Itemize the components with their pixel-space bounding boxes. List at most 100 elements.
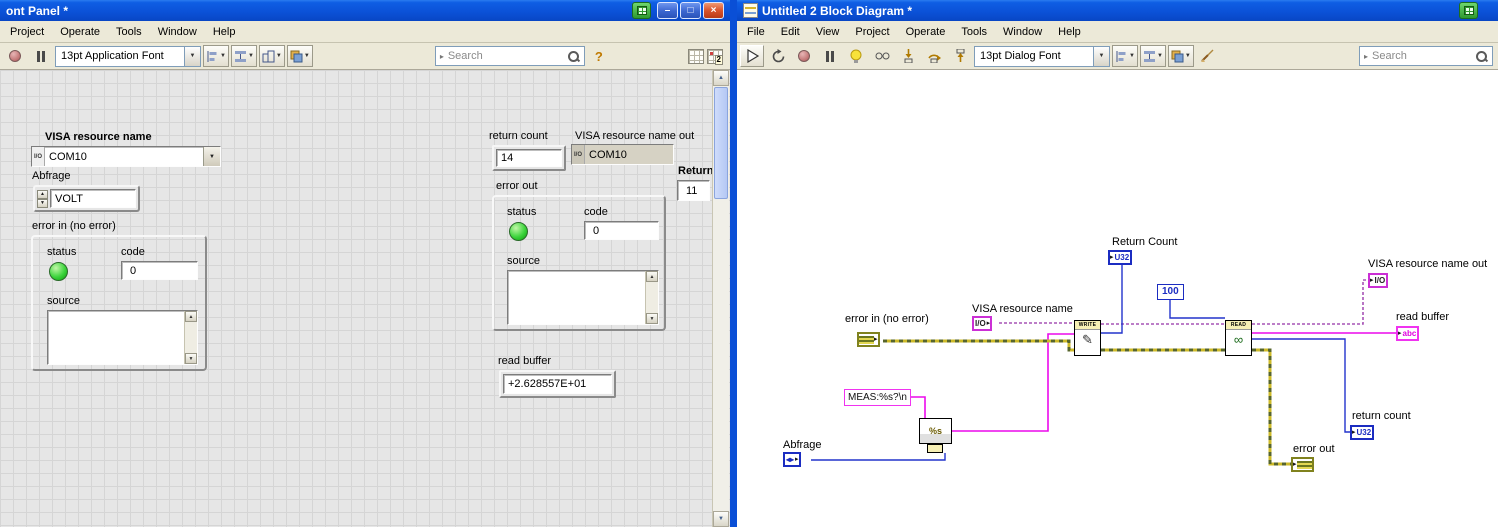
step-out-icon — [956, 49, 964, 62]
scroll-down-button[interactable]: ▼ — [713, 511, 729, 527]
chevron-down-icon: ▼ — [1184, 53, 1191, 59]
close-button[interactable]: × — [703, 2, 724, 19]
read-buffer-terminal[interactable]: ▸ abc — [1396, 326, 1420, 341]
pause-button[interactable] — [818, 45, 842, 67]
distribute-objects-dropdown[interactable]: ▼ — [1139, 45, 1166, 67]
menu-help[interactable]: Help — [205, 23, 244, 41]
highlight-execution-button[interactable] — [844, 45, 868, 67]
source-label: source — [47, 295, 81, 307]
vertical-scrollbar[interactable]: ▲ ▼ — [712, 70, 729, 527]
menu-operate[interactable]: Operate — [898, 23, 954, 41]
maximize-button[interactable]: □ — [680, 2, 701, 19]
menu-operate[interactable]: Operate — [52, 23, 108, 41]
block-diagram-canvas[interactable]: error in (no error) VISA resource name R… — [737, 70, 1498, 527]
run-continuously-button[interactable] — [766, 45, 790, 67]
search-box[interactable]: ▸ Search — [1359, 46, 1493, 66]
visa-write-node[interactable]: WRITE ✎ — [1074, 320, 1101, 356]
source-field[interactable]: ▲ ▼ — [47, 310, 198, 365]
scroll-up-icon[interactable]: ▲ — [646, 271, 658, 282]
step-over-button[interactable] — [922, 45, 946, 67]
source-scrollbar[interactable]: ▲ ▼ — [645, 271, 658, 324]
status-led[interactable] — [49, 262, 68, 281]
step-out-button[interactable] — [948, 45, 972, 67]
scroll-up-icon[interactable]: ▲ — [185, 311, 197, 322]
return-count-top-terminal[interactable]: ▸ U32 — [1108, 250, 1133, 265]
menu-edit[interactable]: Edit — [773, 23, 808, 41]
run-button[interactable] — [740, 45, 764, 67]
visa-resource-name-out-terminal[interactable]: ▸ I/O — [1368, 273, 1389, 288]
visa-read-node[interactable]: READ ∞ — [1225, 320, 1252, 356]
format-node-expand-block[interactable] — [927, 444, 943, 453]
visa-resource-name-control[interactable]: I/O COM10 ▼ — [31, 146, 221, 167]
grid-alignment-icon[interactable] — [688, 48, 704, 64]
dropdown-arrow-button[interactable]: ▼ — [203, 147, 220, 166]
align-objects-dropdown[interactable]: ▼ — [203, 45, 229, 67]
menu-tools[interactable]: Tools — [953, 23, 995, 41]
abfrage-control[interactable]: ▲ ▼ VOLT — [33, 185, 140, 212]
code-field[interactable]: 0 — [121, 261, 198, 280]
pause-button[interactable] — [29, 45, 53, 67]
scrollbar-thumb[interactable] — [714, 87, 728, 199]
window-title: Untitled 2 Block Diagram * — [762, 3, 913, 18]
abort-button[interactable] — [3, 45, 27, 67]
menu-tools[interactable]: Tools — [108, 23, 150, 41]
visa-resource-name-value: COM10 — [49, 150, 87, 163]
io-type-icon: I/O — [572, 145, 586, 164]
reorder-dropdown[interactable]: ▼ — [286, 45, 313, 67]
increment-button[interactable]: ▲ — [37, 189, 48, 199]
abort-button[interactable] — [792, 45, 816, 67]
retain-wire-values-button[interactable] — [870, 45, 894, 67]
context-help-button[interactable]: ? — [586, 45, 611, 67]
format-node-glyph: %s — [928, 426, 942, 436]
lightbulb-icon — [850, 49, 862, 63]
byte-count-constant[interactable]: 100 — [1157, 284, 1184, 300]
decrement-button[interactable]: ▼ — [37, 198, 48, 208]
resize-objects-dropdown[interactable]: ▼ — [258, 45, 285, 67]
search-box[interactable]: ▸ Search — [434, 46, 585, 66]
chevron-down-icon[interactable]: ▼ — [184, 46, 200, 66]
menu-project[interactable]: Project — [2, 23, 52, 41]
code-value: 0 — [593, 224, 600, 237]
abfrage-value-field[interactable]: VOLT — [50, 189, 136, 208]
menu-window[interactable]: Window — [995, 23, 1050, 41]
menu-file[interactable]: File — [739, 23, 773, 41]
font-selector[interactable]: 13pt Dialog Font ▼ — [974, 45, 1110, 67]
status-label: status — [47, 246, 77, 258]
menu-view[interactable]: View — [808, 23, 848, 41]
clean-up-diagram-button[interactable] — [1195, 45, 1220, 67]
visa-resource-name-terminal[interactable]: I/O ▸ — [972, 316, 993, 331]
read-buffer-value: +2.628557E+01 — [503, 374, 612, 394]
clean-up-diagram-icon — [1201, 49, 1214, 62]
front-panel-titlebar[interactable]: ont Panel * – □ × — [0, 0, 730, 21]
abfrage-terminal[interactable]: ◂▸ ▸ — [783, 452, 801, 467]
distribute-objects-dropdown[interactable]: ▼ — [230, 45, 257, 67]
font-selector[interactable]: 13pt Application Font ▼ — [55, 45, 201, 67]
error-out-terminal[interactable]: ▸ — [1291, 457, 1314, 472]
scroll-up-button[interactable]: ▲ — [713, 70, 729, 86]
front-panel-canvas[interactable]: VISA resource name I/O COM10 ▼ Abfrage ▲… — [0, 70, 730, 527]
source-label: source — [507, 255, 541, 267]
panel-windows-icon[interactable]: 2 — [707, 48, 723, 65]
return-count-indicator: 14 — [492, 145, 566, 171]
return-count-bottom-terminal[interactable]: ▸ U32 — [1350, 425, 1375, 440]
menu-project[interactable]: Project — [847, 23, 897, 41]
menu-help[interactable]: Help — [1050, 23, 1089, 41]
block-diagram-titlebar[interactable]: Untitled 2 Block Diagram * — [737, 0, 1498, 21]
chevron-down-icon[interactable]: ▼ — [1093, 46, 1109, 66]
error-in-terminal[interactable]: ▸ — [857, 332, 880, 347]
format-into-string-node[interactable]: %s — [919, 418, 952, 444]
ring-glyph: ◂▸ — [786, 454, 795, 464]
return-count-top-label: Return Count — [1112, 236, 1178, 248]
menu-window[interactable]: Window — [150, 23, 205, 41]
error-cluster-glyph — [1296, 460, 1312, 469]
reorder-dropdown[interactable]: ▼ — [1167, 45, 1194, 67]
step-into-button[interactable] — [896, 45, 920, 67]
scroll-down-icon[interactable]: ▼ — [185, 353, 197, 364]
minimize-button[interactable]: – — [657, 2, 678, 19]
source-scrollbar[interactable]: ▲ ▼ — [184, 311, 197, 364]
resize-objects-icon — [262, 50, 275, 62]
align-objects-dropdown[interactable]: ▼ — [1112, 45, 1138, 67]
format-string-constant[interactable]: MEAS:%s?\n — [844, 389, 911, 406]
align-objects-icon — [207, 50, 217, 62]
scroll-down-icon[interactable]: ▼ — [646, 313, 658, 324]
